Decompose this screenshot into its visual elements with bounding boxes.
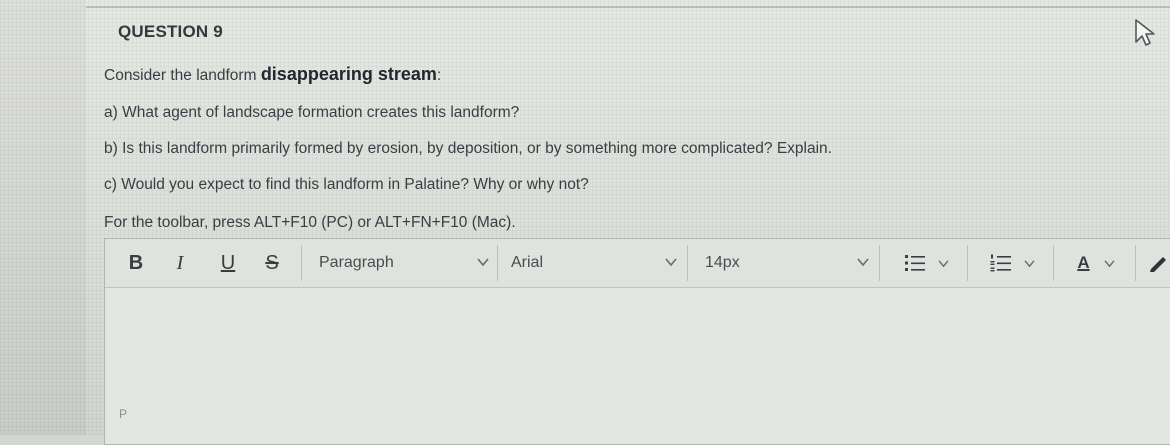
screen: QUESTION 9 Consider the landform disappe… xyxy=(0,0,1170,445)
toolbar-separator xyxy=(497,245,498,281)
text-color-icon: A xyxy=(1077,253,1090,272)
ordered-list-icon xyxy=(990,254,1011,272)
unordered-list-button[interactable] xyxy=(895,249,957,277)
highlight-button[interactable] xyxy=(1145,249,1170,277)
question-intro: Consider the landform disappearing strea… xyxy=(104,64,442,84)
question-divider xyxy=(86,6,1170,8)
ordered-list-button[interactable] xyxy=(981,249,1043,277)
toolbar-separator xyxy=(687,245,688,281)
unordered-list-icon xyxy=(904,255,925,271)
pencil-icon xyxy=(1150,257,1166,272)
chevron-down-icon xyxy=(937,259,949,267)
question-part-c: c) Would you expect to find this landfor… xyxy=(104,176,589,193)
toolbar-separator xyxy=(1135,245,1136,281)
paragraph-format-value: Paragraph xyxy=(319,254,394,271)
paragraph-format-select[interactable]: Paragraph xyxy=(311,247,497,279)
chevron-down-icon xyxy=(665,258,677,267)
toolbar-separator xyxy=(967,245,968,281)
underline-button[interactable]: U xyxy=(215,249,241,277)
font-family-select[interactable]: Arial xyxy=(503,247,685,279)
cursor-arrow-icon xyxy=(1135,19,1155,46)
chevron-down-icon xyxy=(1104,259,1115,267)
font-size-select[interactable]: 14px xyxy=(697,247,877,279)
rich-text-editor[interactable]: B I U S Paragraph Arial 14px A P xyxy=(104,238,1170,445)
chevron-down-icon xyxy=(477,258,489,267)
italic-button[interactable]: I xyxy=(167,249,193,277)
editor-body[interactable] xyxy=(105,288,1170,398)
strikethrough-button[interactable]: S xyxy=(259,249,285,277)
question-part-a: a) What agent of landscape formation cre… xyxy=(104,104,520,121)
text-color-button[interactable]: A xyxy=(1065,249,1127,277)
question-title: QUESTION 9 xyxy=(118,22,223,41)
toolbar-hint: For the toolbar, press ALT+F10 (PC) or A… xyxy=(104,214,516,231)
font-size-value: 14px xyxy=(705,254,740,271)
left-margin xyxy=(0,0,86,435)
font-family-value: Arial xyxy=(511,254,544,271)
chevron-down-icon xyxy=(1023,259,1035,267)
toolbar-separator xyxy=(1053,245,1054,281)
element-path-status: P xyxy=(119,407,128,421)
toolbar-separator xyxy=(879,245,880,281)
landform-term: disappearing stream xyxy=(260,64,437,84)
question-part-b: b) Is this landform primarily formed by … xyxy=(104,140,832,157)
bold-button[interactable]: B xyxy=(123,249,149,277)
editor-toolbar: B I U S Paragraph Arial 14px A xyxy=(105,239,1170,288)
chevron-down-icon xyxy=(857,258,869,267)
toolbar-separator xyxy=(301,245,302,281)
